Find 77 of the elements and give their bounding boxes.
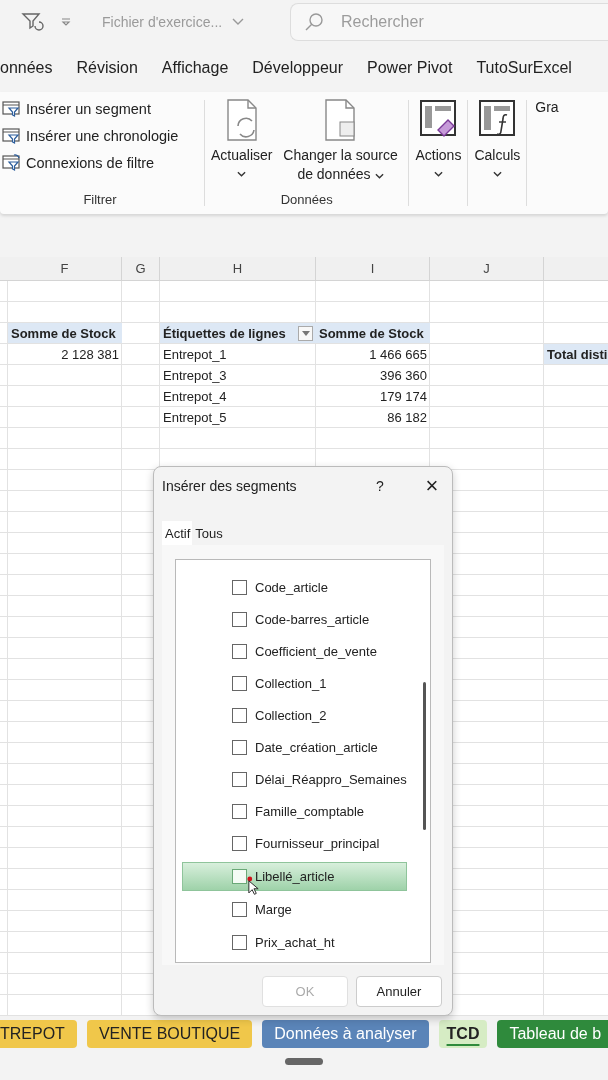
sheet-tab[interactable]: Données à analyser — [262, 1020, 429, 1048]
table-cell-text: Entrepot_1 — [162, 345, 228, 364]
pivot-header-cell: Somme de Stock — [8, 323, 122, 343]
ribbon-button[interactable]: Actualiser — [211, 96, 273, 192]
table-cell-text: 86 182 — [386, 408, 428, 427]
column-header[interactable]: F — [8, 257, 122, 280]
menu-tab[interactable]: Affichage — [161, 59, 229, 77]
field-list-item[interactable]: Collection_1 — [182, 670, 407, 698]
field-list-item[interactable]: Famille_comptable — [182, 798, 407, 826]
checkbox[interactable] — [232, 934, 247, 950]
close-button[interactable]: × — [420, 473, 444, 499]
table-cell-text: 396 360 — [379, 366, 428, 385]
column-header[interactable]: J — [430, 257, 544, 280]
search-field[interactable]: Rechercher — [290, 3, 608, 41]
field-list-item[interactable]: Prix_achat_ht — [182, 928, 407, 956]
table-cell-text: 2 128 381 — [60, 345, 120, 364]
ribbon-button[interactable]: Changer la source de données — [278, 96, 403, 192]
field-list-item[interactable]: Libellé_article — [182, 862, 407, 892]
filter-dropdown-button[interactable] — [298, 325, 313, 341]
checkbox[interactable] — [232, 740, 247, 756]
table-cell-text: Entrepot_5 — [162, 408, 228, 427]
home-indicator[interactable] — [285, 1058, 323, 1065]
sheet-tab[interactable]: TCD — [438, 1020, 488, 1048]
table-cell-text: 179 174 — [379, 387, 428, 406]
search-icon — [304, 12, 324, 32]
menu-tab[interactable]: Power Pivot — [367, 59, 453, 77]
dialog-tab[interactable]: Actif — [162, 521, 193, 545]
help-button[interactable]: ? — [370, 478, 390, 494]
dialog-title: Insérer des segments — [162, 478, 298, 494]
group-label: Données — [279, 192, 334, 209]
column-header[interactable]: H — [160, 257, 316, 280]
field-list-item[interactable]: Code_article — [182, 574, 407, 601]
group-label: Filtrer — [82, 192, 118, 209]
menu-tab[interactable]: TutoSurExcel — [476, 59, 572, 77]
field-list-item[interactable]: Délai_Réappro_Semaines — [182, 766, 407, 794]
checkbox[interactable] — [232, 804, 247, 820]
field-list-item[interactable]: Marge — [182, 896, 407, 924]
field-list-item[interactable]: Date_création_article — [182, 734, 407, 762]
sheet-tab[interactable]: TREPOT — [0, 1020, 77, 1048]
table-cell-text: 1 466 665 — [368, 345, 428, 364]
filter-refresh-icon[interactable] — [20, 10, 44, 34]
pivot-header-cell: Étiquettes de lignes — [160, 323, 316, 343]
menu-tab[interactable]: Révision — [76, 59, 138, 77]
ribbon-button[interactable]: Connexions de filtre — [2, 154, 198, 172]
scrollbar-thumb[interactable] — [422, 682, 426, 830]
ribbon-button[interactable]: Insérer un segment — [2, 100, 198, 118]
ribbon-button[interactable]: Actions — [415, 96, 462, 214]
checkbox[interactable] — [232, 772, 247, 788]
sheet-tab[interactable]: VENTE BOUTIQUE — [86, 1020, 253, 1048]
dropdown-arrow-icon — [301, 330, 310, 336]
chevron-down-icon[interactable] — [232, 18, 245, 26]
checkbox[interactable] — [232, 869, 247, 885]
menu-tab[interactable]: Développeur — [252, 59, 343, 77]
checkbox[interactable] — [232, 708, 247, 724]
ribbon-button[interactable]: Calculs — [474, 96, 521, 214]
cancel-button[interactable]: Annuler — [356, 976, 442, 1007]
menu-tab[interactable]: onnées — [0, 59, 53, 77]
ribbon-button[interactable]: Gra — [535, 96, 559, 214]
checkbox[interactable] — [232, 612, 247, 628]
checkbox[interactable] — [232, 644, 247, 660]
checkbox[interactable] — [232, 902, 247, 918]
sheet-tab[interactable]: Tableau de b — [497, 1020, 608, 1048]
field-list-item[interactable]: Code-barres_article — [182, 606, 407, 634]
column-header[interactable]: I — [316, 257, 430, 280]
field-list-item[interactable]: Fournisseur_principal — [182, 830, 407, 858]
field-list-item[interactable]: Collection_2 — [182, 702, 407, 730]
checkbox[interactable] — [232, 836, 247, 852]
table-cell-text: Entrepot_4 — [162, 387, 228, 406]
column-header[interactable]: G — [122, 257, 160, 280]
pivot-header-cell: Somme de Stock — [316, 323, 430, 343]
table-cell-text: Entrepot_3 — [162, 366, 228, 385]
checkbox[interactable] — [232, 676, 247, 692]
ribbon-button[interactable]: Insérer une chronologie — [2, 127, 198, 145]
checkbox[interactable] — [232, 580, 247, 595]
field-list-item[interactable]: Coefficient_de_vente — [182, 638, 407, 666]
pivot-header-cell: Total disti — [544, 344, 608, 364]
customize-dropdown-icon[interactable] — [60, 17, 72, 27]
